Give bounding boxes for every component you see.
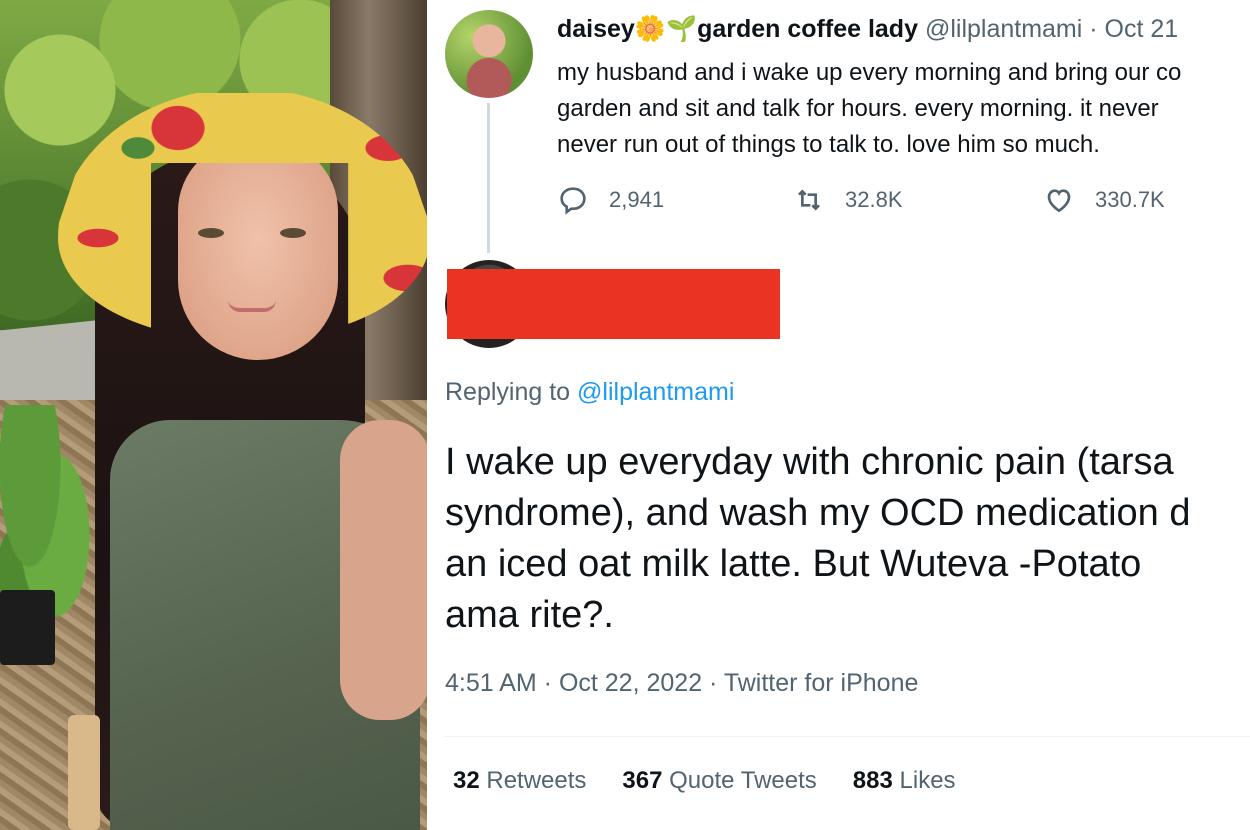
reply-count: 2,941 <box>609 187 665 212</box>
quote-tweets-stat[interactable]: 367 Quote Tweets <box>622 767 816 795</box>
replying-prefix: Replying to <box>445 378 571 406</box>
retweet-icon <box>798 189 820 211</box>
selfie-photo <box>0 0 427 830</box>
original-tweet-text: my husband and i wake up every morning a… <box>557 59 1182 158</box>
right-eye <box>280 228 306 238</box>
like-button[interactable]: 330.7K <box>1043 184 1165 216</box>
like-count: 330.7K <box>1095 187 1165 212</box>
retweets-stat-count: 32 <box>453 767 480 794</box>
plant-pot <box>0 590 55 665</box>
engagement-stats: 32 Retweets 367 Quote Tweets 883 Likes <box>453 767 956 795</box>
likes-stat[interactable]: 883 Likes <box>853 767 956 795</box>
tweet-timestamp[interactable]: 4:51 AM · Oct 22, 2022 · Twitter for iPh… <box>445 669 918 698</box>
arm <box>340 420 427 720</box>
heart-icon <box>1047 189 1071 213</box>
likes-stat-count: 883 <box>852 767 893 794</box>
tweet-actions: 2,941 32.8K 330.7K <box>557 184 1250 220</box>
retweet-count: 32.8K <box>845 187 903 212</box>
author-handle[interactable]: @lilplantmami <box>925 15 1082 43</box>
face <box>178 140 338 360</box>
replying-to-handle-link[interactable]: @lilplantmami <box>577 378 734 406</box>
thread-line <box>487 103 490 253</box>
reply-tweet-text: I wake up everyday with chronic pain (ta… <box>445 441 1191 636</box>
replying-to-line: Replying to @lilplantmami <box>445 378 734 407</box>
tweet-date[interactable]: · Oct 21 <box>1089 15 1178 43</box>
smile <box>228 300 276 312</box>
tweet-panel: daisey🌼🌱garden coffee lady @lilplantmami… <box>427 0 1250 830</box>
tweet-header: daisey🌼🌱garden coffee lady @lilplantmami… <box>557 13 1178 45</box>
reply-icon <box>560 187 586 215</box>
likes-stat-label: Likes <box>899 767 956 794</box>
quote-tweets-stat-label: Quote Tweets <box>669 767 817 794</box>
left-eye <box>198 228 224 238</box>
author-name[interactable]: daisey🌼🌱garden coffee lady <box>557 15 918 43</box>
retweet-button[interactable]: 32.8K <box>793 184 903 216</box>
divider <box>445 736 1250 737</box>
retweets-stat-label: Retweets <box>486 767 587 794</box>
redaction-bar <box>447 269 780 339</box>
quote-tweets-stat-count: 367 <box>622 767 663 794</box>
garden-tool-handle <box>68 715 100 830</box>
reply-button[interactable]: 2,941 <box>557 184 664 216</box>
author-avatar[interactable] <box>445 10 533 98</box>
retweets-stat[interactable]: 32 Retweets <box>453 767 586 795</box>
